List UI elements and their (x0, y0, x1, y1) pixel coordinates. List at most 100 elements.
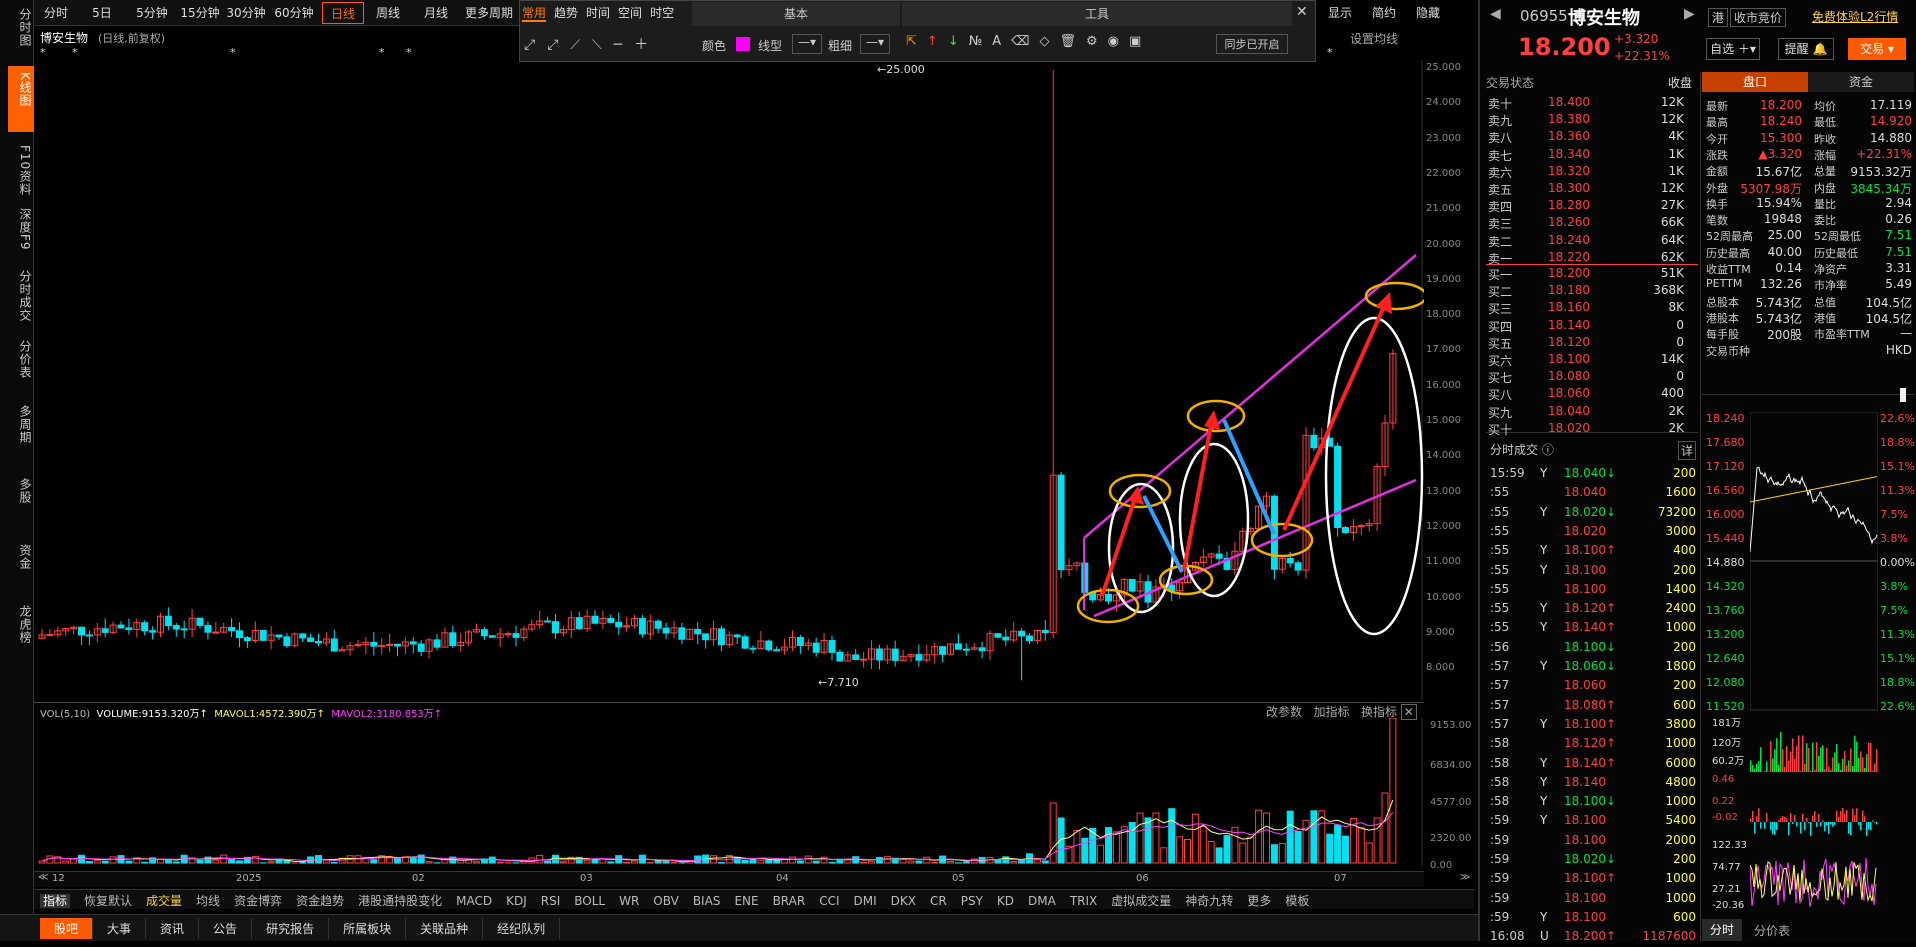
candle (395, 644, 401, 657)
draw-tab-time[interactable]: 时间 (586, 6, 610, 20)
period-5day[interactable]: 5日 (80, 2, 124, 24)
scroll-handle[interactable] (1900, 388, 1906, 402)
event-marker[interactable]: * (1327, 46, 1333, 59)
event-marker[interactable]: * (406, 46, 412, 59)
indicator-14[interactable]: ENE (734, 894, 758, 908)
indicator-0[interactable]: 指标 (40, 894, 70, 908)
draw-tab-common[interactable]: 常用 (522, 6, 546, 22)
bottom-tab-1[interactable]: 大事 (93, 918, 146, 939)
alert-button[interactable]: 提醒 🔔 (1778, 38, 1834, 60)
bottom-tab-2[interactable]: 资讯 (146, 918, 199, 939)
trade-button[interactable]: 交易 ▾ (1848, 38, 1906, 60)
indicator-11[interactable]: WR (619, 894, 639, 908)
indicator-19[interactable]: CR (930, 894, 947, 908)
period-daily[interactable]: 日线 (322, 2, 364, 24)
indicator-17[interactable]: DMI (854, 894, 877, 908)
draw-tab-trend[interactable]: 趋势 (554, 6, 578, 20)
period-30min[interactable]: 30分钟 (224, 2, 268, 24)
add-watchlist-button[interactable]: 自选 ＋▾ (1706, 38, 1760, 60)
edit-params-button[interactable]: 改参数 (1266, 705, 1302, 719)
prev-stock-icon[interactable]: ◀ (1490, 6, 1501, 22)
indicator-20[interactable]: PSY (961, 894, 983, 908)
tab-depth[interactable]: 深度F9 (8, 208, 32, 251)
event-marker[interactable]: * (72, 46, 78, 59)
line-type-select[interactable]: —▾ (792, 34, 822, 54)
close-icon[interactable]: ✕ (1296, 4, 1308, 20)
indicator-25[interactable]: 神奇九转 (1185, 894, 1233, 908)
thickness-select[interactable]: —▾ (860, 34, 890, 54)
indicator-8[interactable]: KDJ (506, 894, 527, 908)
indicator-15[interactable]: BRAR (773, 894, 806, 908)
bottom-tab-3[interactable]: 公告 (199, 918, 252, 939)
indicator-9[interactable]: RSI (541, 894, 561, 908)
indicator-18[interactable]: DKX (891, 894, 916, 908)
indicator-7[interactable]: MACD (456, 894, 492, 908)
volume-chart[interactable] (34, 718, 1424, 866)
add-indicator-button[interactable]: 加指标 (1313, 705, 1349, 719)
period-5min[interactable]: 5分钟 (130, 2, 174, 24)
indicator-10[interactable]: BOLL (574, 894, 605, 908)
draw-tab-spacetime[interactable]: 时空 (650, 6, 674, 20)
next-stock-icon[interactable]: ▶ (1684, 6, 1695, 22)
period-intraday[interactable]: 分时 (38, 2, 74, 24)
tool-icons[interactable]: ⇱↑↓№A⌫◇🗑⚙◉▣ (906, 34, 1151, 49)
tab-capital[interactable]: 资金 (8, 544, 32, 570)
period-more[interactable]: 更多周期 (460, 2, 518, 24)
l2-link[interactable]: 免费体验L2行情 (1812, 8, 1898, 25)
tab-multi-stock[interactable]: 多股 (8, 478, 32, 504)
bottom-tab-0[interactable]: 股吧 (40, 918, 93, 939)
event-marker[interactable]: * (230, 46, 236, 59)
bottom-tab-7[interactable]: 经纪队列 (483, 918, 560, 939)
hide-button[interactable]: 隐藏 (1406, 2, 1450, 24)
indicator-21[interactable]: KD (997, 894, 1014, 908)
indicator-27[interactable]: 模板 (1285, 894, 1309, 908)
color-swatch[interactable] (736, 37, 750, 51)
tab-price-dist[interactable]: 分价表 (8, 340, 32, 379)
tab-dragon-tiger[interactable]: 龙虎榜 (8, 605, 32, 644)
tab-intraday[interactable]: 分时图 (8, 8, 32, 47)
indicator-5[interactable]: 资金趋势 (296, 894, 344, 908)
tab-kline[interactable]: K线图 (8, 72, 32, 107)
tab-handicap[interactable]: 盘口 (1702, 72, 1808, 92)
mini-tab-intraday[interactable]: 分时 (1702, 919, 1742, 941)
indicator-12[interactable]: OBV (653, 894, 679, 908)
simple-button[interactable]: 简约 (1366, 2, 1402, 24)
indicator-22[interactable]: DMA (1028, 894, 1056, 908)
tab-multi-period[interactable]: 多周期 (8, 405, 32, 444)
scroll-left-icon[interactable]: ≪ (38, 872, 48, 883)
indicator-1[interactable]: 恢复默认 (84, 894, 132, 908)
tab-ticks[interactable]: 分时成交 (8, 270, 32, 322)
tick-row: :58Y18.140↑6000 (1488, 756, 1698, 774)
indicator-16[interactable]: CCI (819, 894, 839, 908)
mini-tab-price-dist[interactable]: 分价表 (1754, 922, 1790, 939)
sync-button[interactable]: 同步已开启 (1216, 34, 1288, 54)
switch-indicator-button[interactable]: 换指标 (1361, 705, 1397, 719)
indicator-4[interactable]: 资金博弈 (234, 894, 282, 908)
display-menu[interactable]: 显示 (1320, 2, 1360, 24)
ticks-detail-button[interactable]: 详 (1678, 441, 1696, 460)
event-marker[interactable]: * (40, 46, 46, 59)
tab-capital-flow[interactable]: 资金 (1808, 72, 1914, 92)
indicator-23[interactable]: TRIX (1070, 894, 1097, 908)
line-tools[interactable]: ⤢⤢⟋⟍─＋ (524, 34, 660, 54)
indicator-24[interactable]: 虚拟成交量 (1111, 894, 1171, 908)
period-weekly[interactable]: 周线 (368, 2, 408, 24)
scroll-right-icon[interactable]: ≫ (1460, 872, 1470, 883)
kline-chart[interactable] (34, 60, 1424, 700)
period-monthly[interactable]: 月线 (416, 2, 456, 24)
mini-intraday-chart[interactable] (1750, 412, 1878, 912)
bottom-tab-4[interactable]: 研究报告 (252, 918, 329, 939)
event-marker[interactable]: * (379, 46, 385, 59)
indicator-13[interactable]: BIAS (693, 894, 721, 908)
indicator-6[interactable]: 港股通持股变化 (358, 894, 442, 908)
tab-f10[interactable]: F10资料 (8, 145, 32, 196)
bottom-tab-6[interactable]: 关联品种 (406, 918, 483, 939)
indicator-2[interactable]: 成交量 (146, 894, 182, 908)
period-60min[interactable]: 60分钟 (272, 2, 316, 24)
set-ma-button[interactable]: 设置均线 (1350, 30, 1398, 47)
indicator-26[interactable]: 更多 (1247, 894, 1271, 908)
indicator-3[interactable]: 均线 (196, 894, 220, 908)
draw-tab-space[interactable]: 空间 (618, 6, 642, 20)
period-15min[interactable]: 15分钟 (178, 2, 222, 24)
bottom-tab-5[interactable]: 所属板块 (329, 918, 406, 939)
